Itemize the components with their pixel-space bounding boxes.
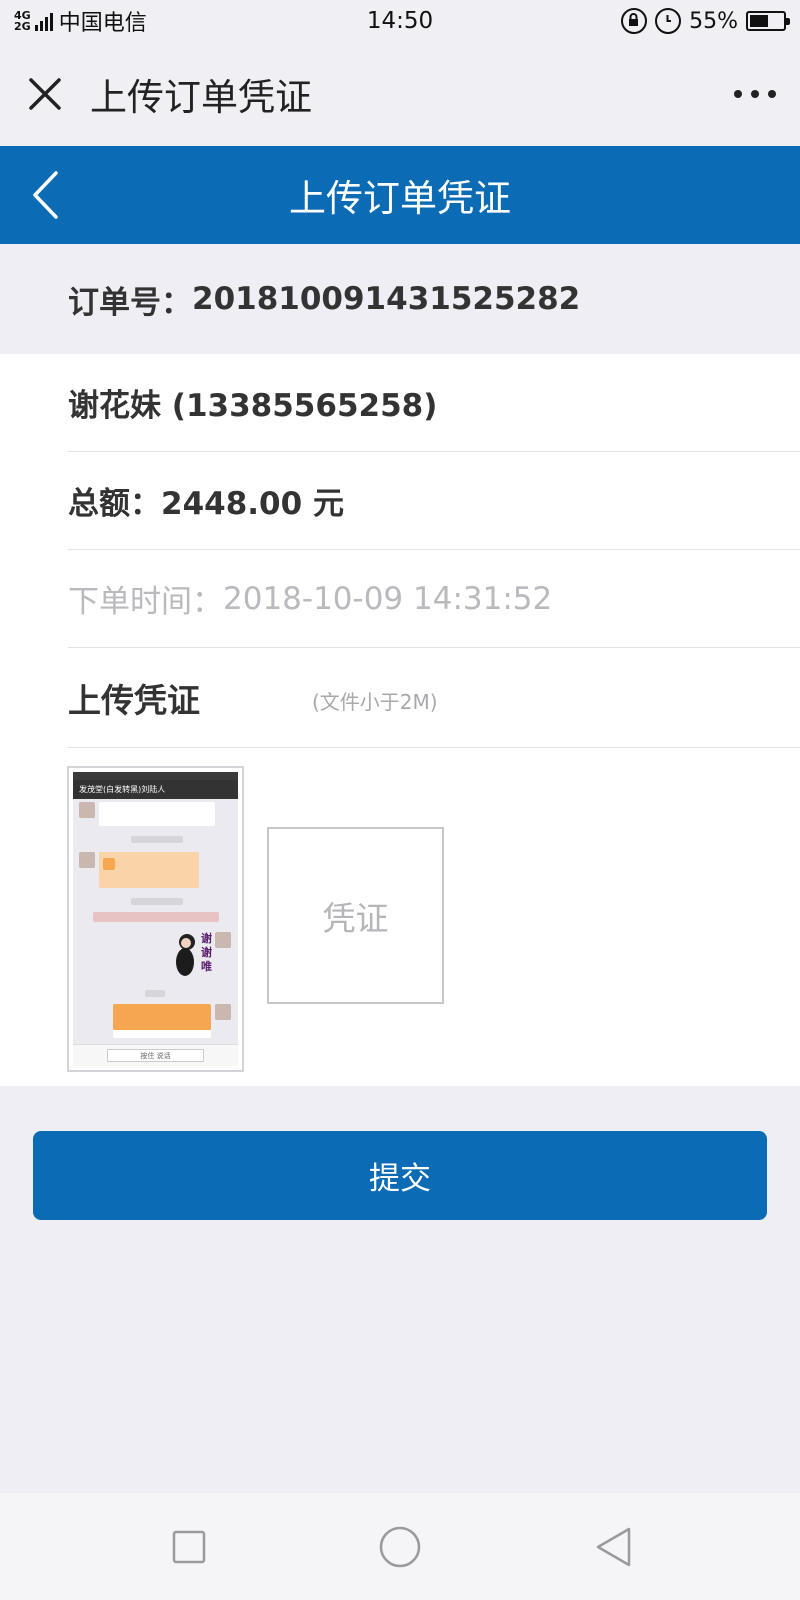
more-dots-icon	[734, 90, 742, 98]
order-time-value: 2018-10-09 14:31:52	[223, 580, 553, 617]
network-type: 4G 2G	[14, 10, 31, 32]
order-number-label: 订单号：	[68, 284, 192, 321]
uploaded-voucher-thumbnail[interactable]: 发茂堂(白发转黑)刘陆人 谢谢唯 按住 说话	[67, 766, 244, 1072]
signal-icon	[34, 11, 53, 31]
circle-home-icon	[379, 1526, 421, 1568]
order-time-label: 下单时间：	[68, 584, 223, 620]
back-button[interactable]	[30, 164, 90, 226]
order-number-row: 订单号： 201810091431525282	[0, 244, 800, 354]
page-title: 上传订单凭证	[289, 177, 511, 220]
upload-size-hint: (文件小于2M)	[312, 690, 438, 714]
webview-title-bar: 上传订单凭证	[0, 42, 800, 146]
thumbnail-chat-title: 发茂堂(白发转黑)刘陆人	[73, 780, 238, 799]
back-nav-button[interactable]	[580, 1513, 648, 1581]
more-button[interactable]	[710, 42, 800, 146]
system-nav-bar	[0, 1493, 800, 1600]
order-number-value: 201810091431525282	[192, 281, 581, 317]
voucher-screenshot-image: 发茂堂(白发转黑)刘陆人 谢谢唯 按住 说话	[73, 772, 238, 1066]
total-value: 2448.00 元	[161, 486, 344, 522]
total-label: 总额：	[68, 486, 161, 522]
carrier-name: 中国电信	[58, 11, 147, 36]
battery-level-fill	[750, 15, 768, 27]
status-right: 55%	[621, 8, 790, 34]
triangle-back-icon	[596, 1527, 631, 1567]
order-time-row: 下单时间： 2018-10-09 14:31:52	[68, 550, 800, 648]
sticker-image	[176, 934, 195, 976]
upload-title: 上传凭证	[68, 680, 200, 720]
network-type-bottom: 2G	[14, 20, 31, 33]
thumbnail-input-label: 按住 说话	[107, 1049, 204, 1062]
webview-title: 上传订单凭证	[90, 76, 312, 119]
lock-rotation-icon	[621, 8, 648, 34]
page-header: 上传订单凭证	[0, 146, 800, 244]
alarm-icon	[655, 8, 682, 34]
close-button[interactable]	[0, 42, 90, 146]
battery-percent: 55%	[689, 8, 738, 34]
sticker-text: 谢谢唯	[201, 932, 212, 973]
square-recent-icon	[172, 1530, 206, 1564]
status-left: 4G 2G 中国电信	[14, 5, 314, 37]
close-icon	[29, 78, 61, 110]
thumbnail-input-bar: 按住 说话	[73, 1044, 238, 1066]
customer-name-phone: 谢花妹 (13385565258)	[68, 388, 438, 424]
recent-apps-button[interactable]	[155, 1513, 223, 1581]
submit-button[interactable]: 提交	[33, 1131, 767, 1220]
upload-header-row: 上传凭证 (文件小于2M)	[68, 648, 800, 748]
status-bar: 4G 2G 中国电信 14:50 55%	[0, 0, 800, 42]
home-button[interactable]	[366, 1513, 434, 1581]
total-row: 总额： 2448.00 元	[68, 452, 800, 550]
chevron-left-icon	[33, 171, 58, 219]
add-voucher-button[interactable]: 凭证	[267, 827, 444, 1004]
battery-icon	[746, 11, 790, 31]
customer-row: 谢花妹 (13385565258)	[68, 354, 800, 452]
add-voucher-label: 凭证	[322, 898, 389, 938]
